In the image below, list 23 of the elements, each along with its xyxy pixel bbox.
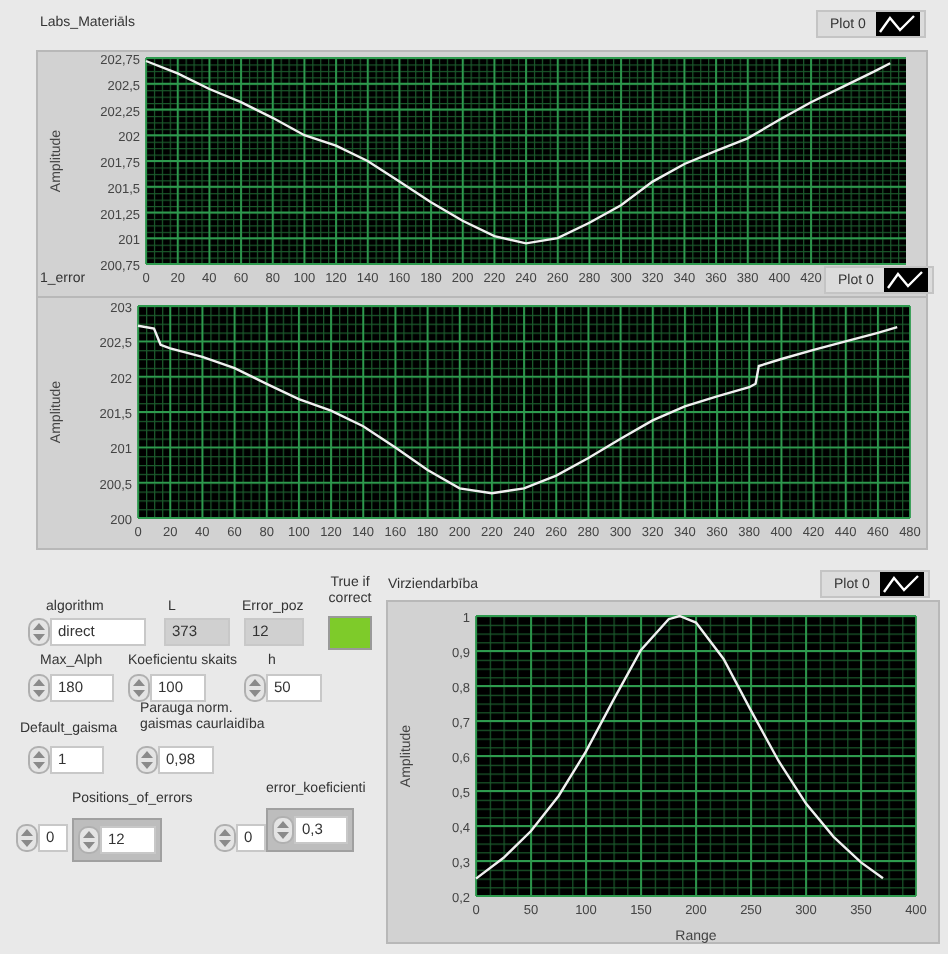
up-down-arrows-icon [32, 750, 46, 770]
spin-button[interactable] [28, 746, 50, 774]
spin-button[interactable] [244, 674, 266, 702]
spin-button[interactable] [78, 826, 100, 854]
line-sample-icon [883, 268, 928, 292]
up-down-arrows-icon [32, 678, 46, 698]
up-down-arrows-icon [218, 828, 232, 848]
up-down-arrows-icon [32, 622, 46, 642]
up-down-arrows-icon [20, 828, 34, 848]
line-sample-icon [875, 12, 920, 36]
up-down-arrows-icon [248, 678, 262, 698]
spin-button[interactable] [16, 824, 38, 852]
up-down-arrows-icon [132, 678, 146, 698]
line-sample-icon [879, 572, 924, 596]
spin-button[interactable] [28, 674, 50, 702]
up-down-arrows-icon [82, 830, 96, 850]
spin-button[interactable] [128, 674, 150, 702]
up-down-arrows-icon [140, 750, 154, 770]
spin-button[interactable] [28, 618, 50, 646]
spin-button[interactable] [214, 824, 236, 852]
spin-button[interactable] [136, 746, 158, 774]
up-down-arrows-icon [276, 820, 290, 840]
spin-button[interactable] [272, 816, 294, 844]
